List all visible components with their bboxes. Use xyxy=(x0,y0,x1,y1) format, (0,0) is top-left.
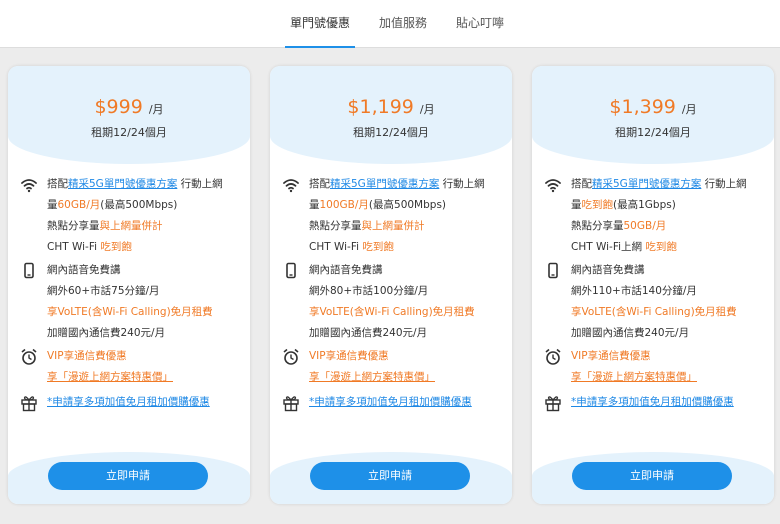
alarm-clock-icon xyxy=(283,348,299,365)
alarm-clock-icon xyxy=(21,348,37,365)
voice-line-1: 網內語音免費講 xyxy=(47,264,121,276)
contract-term: 租期12/24個月 xyxy=(353,126,429,139)
contract-term: 租期12/24個月 xyxy=(91,126,167,139)
addon-offer-link[interactable]: *申請享多項加值免月租加價購優惠 xyxy=(47,394,210,410)
voice-line-3: 享VoLTE(含Wi-Fi Calling)免月租費 xyxy=(571,306,737,318)
text: 量 xyxy=(47,199,58,211)
roaming-offer-link[interactable]: 享「漫遊上網方案特惠價」 xyxy=(309,369,435,385)
text: 搭配 xyxy=(571,178,592,190)
price-period: /月 xyxy=(681,103,697,116)
gift-icon xyxy=(283,396,299,412)
tab-single-number-offer[interactable]: 單門號優惠 xyxy=(285,0,355,48)
plan-price: $1,399 xyxy=(609,96,676,118)
text: (最高1Gbps) xyxy=(613,199,676,211)
text: 量 xyxy=(309,199,320,211)
voice-line-4: 加贈國內通信費240元/月 xyxy=(47,327,166,339)
data-quota: 吃到飽 xyxy=(581,199,614,211)
gift-icon xyxy=(21,396,37,412)
plan-price: $1,199 xyxy=(347,96,414,118)
vip-line-1: VIP享通信費優惠 xyxy=(571,350,651,362)
phone-icon xyxy=(24,262,34,279)
data-line-1: 搭配精采5G單門號優惠方案 行動上網 xyxy=(309,176,485,192)
plan-price: $999 xyxy=(94,96,143,118)
price-period: /月 xyxy=(148,103,164,116)
voice-line-1: 網內語音免費講 xyxy=(309,264,383,276)
voice-line-4: 加贈國內通信費240元/月 xyxy=(571,327,690,339)
text: 搭配 xyxy=(309,178,330,190)
voice-line-3: 享VoLTE(含Wi-Fi Calling)免月租費 xyxy=(309,306,475,318)
wifi-quota: 吃到飽 xyxy=(100,241,132,253)
voice-line-2: 網外60+市話75分鐘/月 xyxy=(47,285,160,297)
data-line-2: 量100GB/月(最高500Mbps) xyxy=(309,197,446,213)
addon-offer-link[interactable]: *申請享多項加值免月租加價購優惠 xyxy=(309,394,472,410)
data-line-3: 熱點分享量50GB/月 xyxy=(571,218,666,234)
data-line-4: CHT Wi-Fi 吃到飽 xyxy=(47,239,132,255)
roaming-offer-link[interactable]: 享「漫遊上網方案特惠價」 xyxy=(47,369,173,385)
vip-line-1: VIP享通信費優惠 xyxy=(47,350,127,362)
top-tab-bar: 單門號優惠 加值服務 貼心叮嚀 xyxy=(0,0,780,48)
text: 行動上網 xyxy=(180,178,223,190)
plan-link[interactable]: 精采5G單門號優惠方案 xyxy=(330,178,439,190)
plan-link[interactable]: 精采5G單門號優惠方案 xyxy=(68,178,177,190)
data-line-1: 搭配精采5G單門號優惠方案 行動上網 xyxy=(571,176,747,192)
hotspot-quota: 50GB/月 xyxy=(623,220,667,232)
text: 搭配 xyxy=(47,178,68,190)
text: (最高500Mbps) xyxy=(100,199,178,211)
data-quota: 60GB/月 xyxy=(57,199,101,211)
price-line: $999/月 xyxy=(8,96,250,118)
wifi-icon xyxy=(283,179,299,193)
voice-line-2: 網外80+市話100分鐘/月 xyxy=(309,285,429,297)
data-line-4: CHT Wi-Fi 吃到飽 xyxy=(309,239,394,255)
price-line: $1,399/月 xyxy=(532,96,774,118)
apply-button[interactable]: 立即申請 xyxy=(310,462,470,490)
wifi-quota: 吃到飽 xyxy=(645,241,677,253)
voice-line-2: 網外110+市話140分鐘/月 xyxy=(571,285,697,297)
text: 熱點分享量 xyxy=(571,220,624,232)
text: CHT Wi-Fi上網 xyxy=(571,241,643,253)
price-period: /月 xyxy=(419,103,435,116)
roaming-offer-link[interactable]: 享「漫遊上網方案特惠價」 xyxy=(571,369,697,385)
voice-line-3: 享VoLTE(含Wi-Fi Calling)免月租費 xyxy=(47,306,213,318)
tab-value-added-services[interactable]: 加值服務 xyxy=(372,0,434,48)
text: CHT Wi-Fi xyxy=(47,241,98,253)
text: (最高500Mbps) xyxy=(368,199,447,211)
alarm-clock-icon xyxy=(545,348,561,365)
voice-line-1: 網內語音免費講 xyxy=(571,264,645,276)
text: 量 xyxy=(571,199,582,211)
wifi-icon xyxy=(21,179,37,193)
data-line-4: CHT Wi-Fi上網 吃到飽 xyxy=(571,239,677,255)
plan-card-1199: $1,199/月 租期12/24個月 搭配精采5G單門號優惠方案 行動上網 量1… xyxy=(270,66,512,504)
plan-card-999: $999/月 租期12/24個月 搭配精采5G單門號優惠方案 行動上網 量60G… xyxy=(8,66,250,504)
text: 熱點分享量 xyxy=(309,220,362,232)
text: CHT Wi-Fi xyxy=(309,241,360,253)
phone-icon xyxy=(548,262,558,279)
gift-icon xyxy=(545,396,561,412)
data-quota: 100GB/月 xyxy=(319,199,369,211)
hotspot-quota: 與上網量併計 xyxy=(99,220,163,232)
wifi-icon xyxy=(545,179,561,193)
price-line: $1,199/月 xyxy=(270,96,512,118)
text: 熱點分享量 xyxy=(47,220,100,232)
apply-button[interactable]: 立即申請 xyxy=(48,462,208,490)
contract-term: 租期12/24個月 xyxy=(615,126,691,139)
text: 行動上網 xyxy=(704,178,747,190)
addon-offer-link[interactable]: *申請享多項加值免月租加價購優惠 xyxy=(571,394,734,410)
data-line-2: 量60GB/月(最高500Mbps) xyxy=(47,197,177,213)
phone-icon xyxy=(286,262,296,279)
wifi-quota: 吃到飽 xyxy=(362,241,394,253)
plan-link[interactable]: 精采5G單門號優惠方案 xyxy=(592,178,701,190)
text: 行動上網 xyxy=(442,178,485,190)
data-line-3: 熱點分享量與上網量併計 xyxy=(47,218,163,234)
plan-card-1399: $1,399/月 租期12/24個月 搭配精采5G單門號優惠方案 行動上網 量吃… xyxy=(532,66,774,504)
hotspot-quota: 與上網量併計 xyxy=(361,220,425,232)
vip-line-1: VIP享通信費優惠 xyxy=(309,350,389,362)
voice-line-4: 加贈國內通信費240元/月 xyxy=(309,327,428,339)
data-line-1: 搭配精采5G單門號優惠方案 行動上網 xyxy=(47,176,223,192)
tab-reminders[interactable]: 貼心叮嚀 xyxy=(450,0,510,48)
data-line-2: 量吃到飽(最高1Gbps) xyxy=(571,197,676,213)
apply-button[interactable]: 立即申請 xyxy=(572,462,732,490)
data-line-3: 熱點分享量與上網量併計 xyxy=(309,218,425,234)
